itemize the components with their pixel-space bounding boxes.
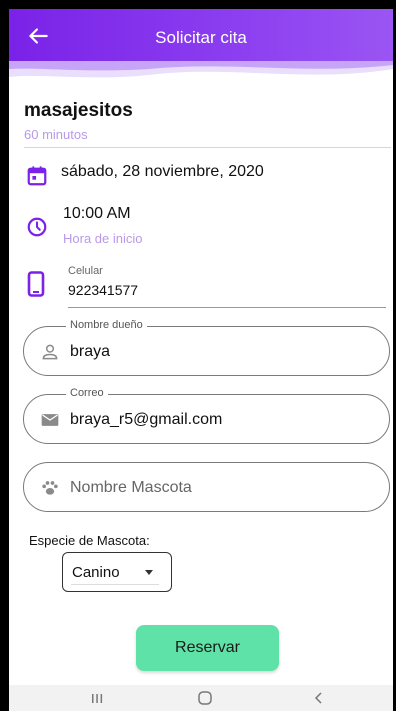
email-field[interactable]: Correo braya_r5@gmail.com	[23, 387, 390, 444]
email-label: Correo	[66, 387, 108, 399]
species-select[interactable]: Canino	[62, 552, 172, 592]
back-chevron-icon[interactable]	[307, 688, 331, 708]
dropdown-caret-icon	[145, 570, 153, 575]
select-underline	[71, 584, 159, 585]
calendar-icon	[27, 166, 47, 186]
header-wave	[9, 61, 393, 78]
date-value[interactable]: sábado, 28 noviembre, 2020	[61, 163, 264, 181]
paw-icon	[42, 481, 58, 495]
owner-name-field[interactable]: Nombre dueño braya	[23, 319, 390, 376]
divider	[24, 147, 391, 148]
species-selected-value: Canino	[72, 564, 120, 581]
owner-name-label: Nombre dueño	[66, 319, 147, 331]
owner-name-value: braya	[70, 343, 111, 360]
service-duration: 60 minutos	[24, 127, 88, 142]
page-title: Solicitar cita	[155, 28, 247, 47]
time-hint: Hora de inicio	[63, 231, 143, 246]
mail-icon	[41, 414, 59, 426]
pet-name-placeholder: Nombre Mascota	[70, 479, 192, 496]
home-icon[interactable]	[193, 688, 217, 708]
system-navigation-bar	[9, 685, 393, 711]
smartphone-icon	[27, 271, 45, 297]
phone-underline	[68, 307, 386, 308]
clock-icon	[27, 217, 47, 237]
pet-name-field[interactable]: Nombre Mascota	[23, 462, 390, 512]
reserve-button[interactable]: Reservar	[136, 625, 279, 671]
phone-value[interactable]: 922341577	[68, 282, 138, 298]
species-label: Especie de Mascota:	[29, 533, 150, 548]
person-icon	[42, 344, 58, 360]
screen: Solicitar cita masajesitos 60 minutos sá…	[9, 9, 393, 711]
reserve-button-label: Reservar	[175, 639, 240, 656]
phone-label: Celular	[68, 265, 103, 277]
time-value[interactable]: 10:00 AM	[63, 205, 131, 223]
email-value: braya_r5@gmail.com	[70, 411, 223, 428]
app-bar: Solicitar cita	[9, 9, 393, 65]
service-name: masajesitos	[24, 100, 133, 121]
recents-icon[interactable]	[85, 688, 109, 708]
